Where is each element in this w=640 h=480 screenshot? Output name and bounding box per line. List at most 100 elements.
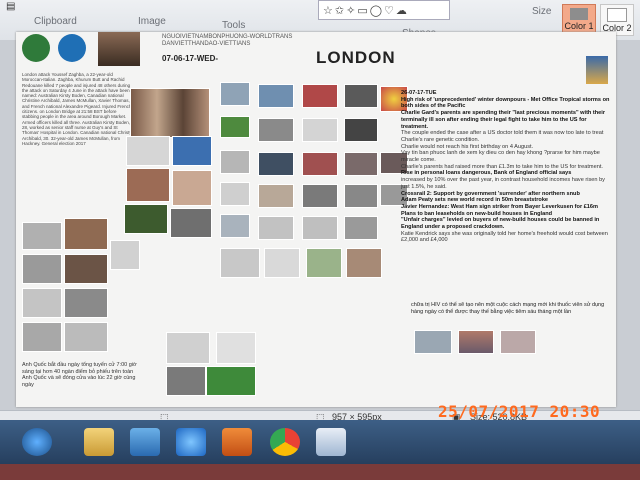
- corner-photo: [586, 56, 608, 84]
- size-button[interactable]: Size: [532, 6, 551, 17]
- photo-frame: ▤ Clipboard Image Tools ☆ ✩ ✧ ▭ ◯ ♡ ☁ Sh…: [0, 0, 640, 480]
- network-icon[interactable]: [130, 428, 160, 456]
- vietnam-map-icon: [22, 34, 50, 62]
- right-article: 26-07-17-TUE High risk of 'unprecedented…: [401, 90, 613, 244]
- desk-edge: [0, 464, 640, 480]
- news-thumbnail: [302, 84, 338, 108]
- victims-photo-grid: [130, 88, 210, 138]
- news-thumbnail: [126, 168, 170, 202]
- header-lines: NGUOIVIETNAMBONPHUONG-WORLDTRANS DANVIET…: [162, 34, 292, 48]
- right-article-line: The couple ended the case after a US doc…: [401, 130, 604, 143]
- right-article-line: Javier Hernandez: West Ham sign striker …: [401, 203, 599, 210]
- news-thumbnail: [302, 152, 338, 176]
- news-thumbnail: [166, 332, 210, 364]
- left-article: London attack Youssef Zaghba, a 22-year-…: [22, 72, 132, 146]
- news-thumbnail: [258, 216, 294, 240]
- news-thumbnail: [344, 216, 378, 240]
- cloud-shape-icon[interactable]: ☁: [396, 4, 407, 17]
- right-article-line: increased by 10% over the past year, in …: [401, 177, 605, 190]
- news-thumbnail: [258, 84, 294, 108]
- right-article-line: Rise in personal loans dangerous, Bank o…: [401, 170, 572, 177]
- vietnamese-caption-hiv: chữa trị HIV có thể sẽ tạo nên một cuộc …: [411, 302, 605, 315]
- news-thumbnail: [22, 254, 62, 284]
- heart-shape-icon[interactable]: ♡: [384, 4, 394, 17]
- poster-date: 07-06-17-WED-: [162, 54, 219, 63]
- news-thumbnail: [500, 330, 536, 354]
- victim-portrait: [172, 170, 212, 206]
- news-thumbnail: [220, 248, 260, 278]
- news-thumbnail: [258, 184, 294, 208]
- news-thumbnail: [302, 118, 338, 142]
- news-thumbnail: [306, 248, 342, 278]
- right-article-line: High risk of 'unprecedented' winter down…: [401, 96, 610, 110]
- author-photo: [98, 32, 140, 66]
- poster-image: NGUOIVIETNAMBONPHUONG-WORLDTRANS DANVIET…: [16, 32, 616, 407]
- news-thumbnail: [22, 288, 62, 318]
- internet-explorer-icon[interactable]: [176, 428, 206, 456]
- globe-icon: [58, 34, 86, 62]
- header-line: DANVIETTHANDAO-VIETTIANS: [162, 41, 251, 47]
- news-thumbnail: [64, 288, 108, 318]
- news-thumbnail: [170, 208, 212, 238]
- right-article-line: Charlie would not reach his first birthd…: [401, 143, 534, 150]
- news-thumbnail: [344, 152, 378, 176]
- paint-icon[interactable]: [316, 428, 346, 456]
- taskbar: [0, 420, 640, 464]
- right-article-line: Crossrail 2: Support by government 'surr…: [401, 190, 580, 197]
- callout-shape-icon[interactable]: ◯: [370, 4, 382, 17]
- clipboard-group-label: Clipboard: [34, 16, 77, 27]
- news-thumbnail: [264, 248, 300, 278]
- news-thumbnail: [346, 248, 382, 278]
- news-thumbnail: [110, 240, 140, 270]
- news-thumbnail: [302, 216, 338, 240]
- news-thumbnail: [64, 254, 108, 284]
- right-article-line: Vay tin ban phuoc lanh de xem ky dieu co…: [401, 150, 600, 164]
- right-article-line: Adam Peaty sets new world record in 50m …: [401, 197, 549, 204]
- tools-group-label: Tools: [222, 20, 246, 31]
- news-thumbnail: [220, 214, 250, 238]
- start-button[interactable]: [22, 428, 52, 456]
- file-explorer-icon[interactable]: [84, 428, 114, 456]
- news-thumbnail: [220, 116, 250, 138]
- paste-button[interactable]: ▤: [6, 1, 15, 12]
- news-thumbnail: [166, 366, 206, 396]
- color1-chip: [570, 8, 588, 20]
- shapes-gallery[interactable]: ☆ ✩ ✧ ▭ ◯ ♡ ☁: [318, 0, 450, 20]
- camera-timestamp: 25/07/2017 20:30: [438, 402, 601, 421]
- header-line: NGUOIVIETNAMBONPHUONG-WORLDTRANS: [162, 34, 293, 40]
- news-thumbnail: [258, 118, 294, 142]
- poster-title: LONDON: [316, 48, 396, 67]
- color1-label: Color 1: [564, 21, 594, 31]
- chrome-icon[interactable]: [270, 428, 300, 456]
- vietnamese-caption-election: Anh Quốc bắt đầu ngày tổng tuyển cử 7:00…: [22, 362, 137, 388]
- right-date: 26-07-17-TUE: [401, 90, 437, 96]
- news-thumbnail: [220, 182, 250, 206]
- callout-shape-icon[interactable]: ▭: [357, 4, 367, 17]
- news-thumbnail: [216, 332, 256, 364]
- news-thumbnail: [22, 322, 62, 352]
- news-thumbnail: [126, 136, 170, 166]
- news-thumbnail: [344, 118, 378, 142]
- media-player-icon[interactable]: [222, 428, 252, 456]
- star-shape-icon[interactable]: ✧: [346, 4, 355, 17]
- news-thumbnail: [124, 204, 168, 234]
- news-thumbnail: [344, 184, 378, 208]
- news-thumbnail: [258, 152, 294, 176]
- news-thumbnail: [414, 330, 452, 354]
- news-thumbnail: [64, 218, 108, 250]
- news-thumbnail: [206, 366, 256, 396]
- news-thumbnail: [172, 136, 212, 166]
- news-thumbnail: [302, 184, 338, 208]
- color2-chip: [607, 8, 627, 22]
- right-article-line: Katie Kendrick says she was originally t…: [401, 230, 608, 244]
- news-thumbnail: [64, 322, 108, 352]
- star-shape-icon[interactable]: ☆: [323, 4, 333, 17]
- news-thumbnail: [22, 222, 62, 250]
- right-article-lines: High risk of 'unprecedented' winter down…: [401, 97, 613, 244]
- news-thumbnail: [220, 150, 250, 174]
- star-shape-icon[interactable]: ✩: [335, 4, 344, 17]
- news-thumbnail: [458, 330, 494, 354]
- right-article-line: Charlie's parents had raised more than £…: [401, 163, 603, 170]
- right-article-line: "Unfair charges" levied on buyers of new…: [401, 217, 600, 231]
- right-article-line: Charlie Gard's parents are spending thei…: [401, 110, 606, 130]
